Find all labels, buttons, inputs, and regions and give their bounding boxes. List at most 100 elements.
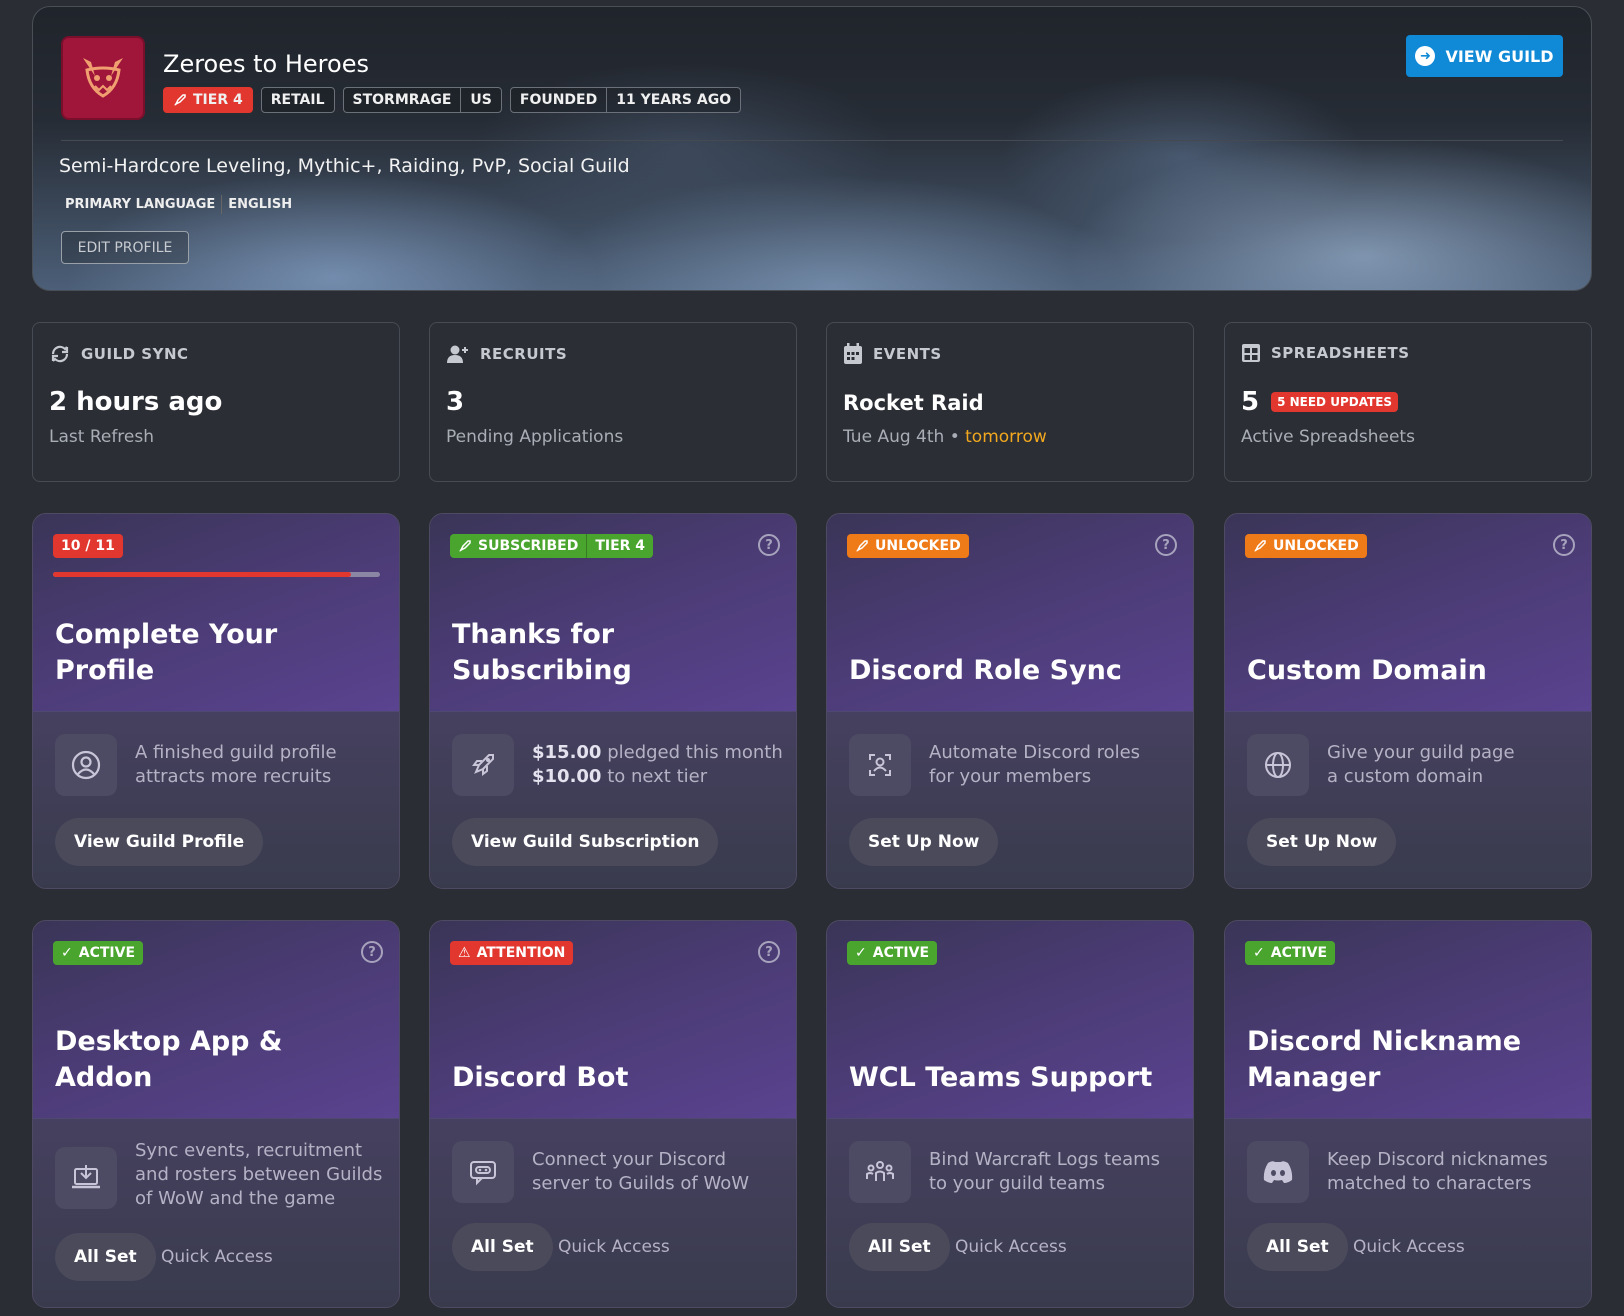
card-title: Discord Nickname Manager <box>1247 1024 1575 1096</box>
view-guild-button[interactable]: ➜ VIEW GUILD <box>1406 35 1563 77</box>
stat-guild-sync[interactable]: GUILD SYNC 2 hours ago Last Refresh <box>32 322 400 482</box>
set-up-now-button[interactable]: Set Up Now <box>1247 818 1397 866</box>
stat-label: SPREADSHEETS <box>1271 344 1410 362</box>
user-circle-icon <box>55 734 117 796</box>
desc-line: $15.00 pledged this month <box>532 741 784 765</box>
active-label: ACTIVE <box>1270 945 1328 961</box>
language-label: PRIMARY LANGUAGE <box>65 197 216 212</box>
user-sync-icon <box>849 734 911 796</box>
card-header: 10 / 11 Complete Your Profile <box>33 514 399 712</box>
card-description: Automate Discord roles for your members <box>929 741 1181 789</box>
card-body: Sync events, recruitment and rosters betw… <box>33 1119 399 1307</box>
calendar-icon <box>844 343 862 364</box>
desc-line: server to Guilds of WoW <box>532 1173 750 1194</box>
stat-label: EVENTS <box>873 345 942 363</box>
rocket-icon <box>856 540 868 552</box>
needs-update-badge: 5 NEED UPDATES <box>1271 392 1399 412</box>
realm-tag: STORMRAGE US <box>342 87 502 113</box>
help-icon[interactable]: ? <box>758 534 780 556</box>
set-up-now-button[interactable]: Set Up Now <box>849 818 999 866</box>
card-header: UNLOCKED ? Discord Role Sync <box>827 514 1193 712</box>
user-plus-icon <box>447 345 468 363</box>
stat-label: RECRUITS <box>480 345 568 363</box>
quick-access-link[interactable]: Quick Access <box>161 1247 273 1267</box>
all-set-button[interactable]: All Set <box>849 1223 950 1271</box>
stat-value-row: 5 5 NEED UPDATES <box>1241 387 1399 417</box>
desc-line: to your guild teams <box>929 1173 1106 1194</box>
pledged-amount: $15.00 <box>532 742 602 763</box>
help-icon[interactable]: ? <box>1155 534 1177 556</box>
next-tier-amount: $10.00 <box>532 766 602 787</box>
view-guild-profile-button[interactable]: View Guild Profile <box>55 818 264 866</box>
stat-spreadsheets[interactable]: SPREADSHEETS 5 5 NEED UPDATES Active Spr… <box>1224 322 1592 482</box>
card-discord-nickname: ✓ ACTIVE Discord Nickname Manager Keep Di… <box>1224 920 1592 1308</box>
progress-bar <box>53 572 380 577</box>
card-body: Bind Warcraft Logs teams to your guild te… <box>827 1119 1193 1307</box>
desc-line: Connect your Discord <box>532 1149 727 1170</box>
card-description: A finished guild profile attracts more re… <box>135 741 387 789</box>
card-description: Give your guild page a custom domain <box>1327 741 1579 789</box>
guild-tags: TIER 4 RETAIL STORMRAGE US FOUNDED 11 YE… <box>163 87 742 113</box>
desc-line: a custom domain <box>1327 766 1484 787</box>
attention-label: ATTENTION <box>476 945 566 961</box>
rocket-icon <box>459 540 471 552</box>
founded-tag: FOUNDED 11 YEARS AGO <box>509 87 742 113</box>
card-title: Thanks for Subscribing <box>452 619 632 686</box>
card-complete-profile: 10 / 11 Complete Your Profile A finished… <box>32 513 400 889</box>
card-header: UNLOCKED ? Custom Domain <box>1225 514 1591 712</box>
card-subscription: SUBSCRIBED TIER 4 ? Thanks for Subscribi… <box>429 513 797 889</box>
tier-label: TIER 4 <box>193 92 243 108</box>
guild-header: Zeroes to Heroes TIER 4 RETAIL STORMRAGE… <box>32 6 1592 291</box>
card-title: Complete Your Profile <box>55 619 278 686</box>
desc-text: to next tier <box>601 766 708 787</box>
stat-subtitle: Last Refresh <box>49 427 155 447</box>
all-set-button[interactable]: All Set <box>1247 1223 1348 1271</box>
card-description: Bind Warcraft Logs teams to your guild te… <box>929 1148 1181 1196</box>
bot-chat-icon <box>452 1141 514 1203</box>
founded-value: 11 YEARS AGO <box>606 88 740 112</box>
card-title: Custom Domain <box>1247 655 1487 686</box>
all-set-button[interactable]: All Set <box>55 1233 156 1281</box>
region-label: US <box>460 88 500 112</box>
separator: • <box>949 427 960 447</box>
help-icon[interactable]: ? <box>361 941 383 963</box>
all-set-button[interactable]: All Set <box>452 1223 553 1271</box>
unlocked-badge: UNLOCKED <box>847 534 969 558</box>
edit-profile-button[interactable]: EDIT PROFILE <box>61 231 189 264</box>
card-discord-role-sync: UNLOCKED ? Discord Role Sync Automate Di… <box>826 513 1194 889</box>
active-label: ACTIVE <box>78 945 136 961</box>
desc-line: Keep Discord nicknames <box>1327 1149 1548 1170</box>
warning-icon: ⚠ <box>458 945 471 961</box>
stat-header: EVENTS <box>843 343 942 365</box>
stat-recruits[interactable]: RECRUITS 3 Pending Applications <box>429 322 797 482</box>
card-desktop-app: ✓ ACTIVE ? Desktop App & Addon Sync even… <box>32 920 400 1308</box>
quick-access-link[interactable]: Quick Access <box>558 1237 670 1257</box>
stat-subtitle: Active Spreadsheets <box>1241 427 1415 447</box>
tier-tag: TIER 4 <box>163 87 253 113</box>
desc-line: $10.00 to next tier <box>532 765 784 789</box>
event-relative-date: tomorrow <box>965 427 1047 447</box>
card-header: ⚠ ATTENTION ? Discord Bot <box>430 921 796 1119</box>
progress-count: 10 / 11 <box>61 538 115 554</box>
title-line: Manager <box>1247 1062 1381 1093</box>
active-badge: ✓ ACTIVE <box>1245 941 1336 965</box>
guild-description: Semi-Hardcore Leveling, Mythic+, Raiding… <box>59 155 630 177</box>
help-icon[interactable]: ? <box>1553 534 1575 556</box>
guild-logo <box>61 36 145 120</box>
subscribed-label: SUBSCRIBED <box>478 538 579 554</box>
view-guild-subscription-button[interactable]: View Guild Subscription <box>452 818 719 866</box>
card-body: Automate Discord roles for your members S… <box>827 712 1193 888</box>
quick-access-link[interactable]: Quick Access <box>955 1237 1067 1257</box>
stat-events[interactable]: EVENTS Rocket Raid Tue Aug 4th • tomorro… <box>826 322 1194 482</box>
founded-label: FOUNDED <box>519 92 598 108</box>
quick-access-link[interactable]: Quick Access <box>1353 1237 1465 1257</box>
subscribed-badge: SUBSCRIBED TIER 4 <box>450 534 654 558</box>
stat-value: Rocket Raid <box>843 391 984 415</box>
tier-label: TIER 4 <box>586 534 653 558</box>
card-body: Give your guild page a custom domain Set … <box>1225 712 1591 888</box>
progress-badge: 10 / 11 <box>53 534 123 558</box>
card-title: Discord Bot <box>452 1062 629 1093</box>
help-icon[interactable]: ? <box>758 941 780 963</box>
unlocked-badge: UNLOCKED <box>1245 534 1367 558</box>
desc-line: A finished guild profile <box>135 742 337 763</box>
